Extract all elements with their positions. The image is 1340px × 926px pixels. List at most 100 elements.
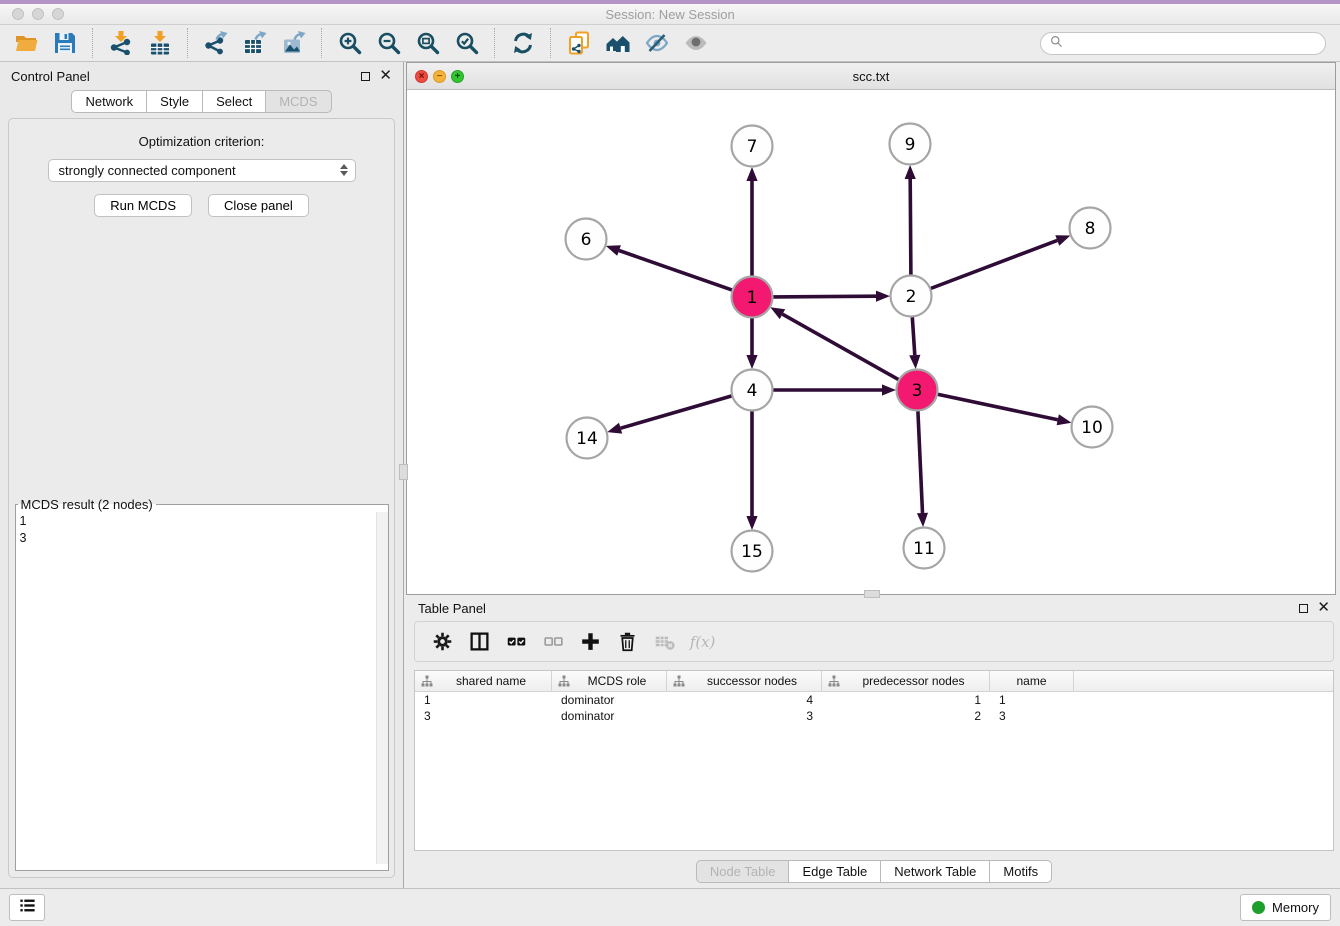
column-header-shared-name[interactable]: shared name	[415, 671, 552, 691]
graph-node-1[interactable]: 1	[732, 277, 773, 318]
table-tab-node-table[interactable]: Node Table	[696, 860, 790, 883]
svg-text:4: 4	[747, 381, 758, 401]
graph-node-10[interactable]: 10	[1072, 407, 1113, 448]
table-row[interactable]: 1dominator411	[415, 692, 1333, 708]
graph-edge-1-7[interactable]	[746, 167, 757, 276]
toolbar-separator	[187, 28, 188, 58]
search-icon	[1050, 35, 1063, 53]
graph-node-3[interactable]: 3	[897, 370, 938, 411]
graph-edge-2-3[interactable]	[909, 317, 920, 369]
svg-text:6: 6	[581, 230, 592, 250]
duplicate-network-button[interactable]	[563, 29, 594, 58]
vertical-splitter-handle[interactable]	[399, 464, 408, 480]
graph-edge-3-10[interactable]	[938, 394, 1072, 425]
mcds-result-list[interactable]: 13	[16, 512, 388, 864]
graph-edge-1-2[interactable]	[773, 291, 890, 302]
select-all-rows-button[interactable]	[501, 626, 532, 657]
horizontal-splitter-handle[interactable]	[864, 590, 880, 598]
zoom-in-button[interactable]	[334, 29, 365, 58]
graph-node-9[interactable]: 9	[890, 124, 931, 165]
criterion-select[interactable]: strongly connected component	[48, 159, 356, 182]
graph-edge-4-14[interactable]	[607, 396, 732, 434]
network-close-button[interactable]: ×	[415, 70, 428, 83]
network-canvas[interactable]: 1 2 3 4 6 7 8 9 10 11 14 15	[407, 90, 1335, 594]
close-window-button[interactable]	[12, 8, 24, 20]
graph-edge-4-3[interactable]	[773, 384, 896, 395]
zoom-selected-button[interactable]	[451, 29, 482, 58]
refresh-layout-button[interactable]	[507, 29, 538, 58]
zoom-fit-button[interactable]	[412, 29, 443, 58]
hide-graphics-details-button[interactable]	[641, 29, 672, 58]
table-row[interactable]: 3dominator323	[415, 708, 1333, 724]
table-tab-motifs[interactable]: Motifs	[990, 860, 1052, 883]
tab-select[interactable]: Select	[203, 90, 266, 113]
memory-status-icon	[1252, 901, 1265, 914]
minimize-window-button[interactable]	[32, 8, 44, 20]
graph-node-11[interactable]: 11	[904, 528, 945, 569]
run-mcds-button[interactable]: Run MCDS	[94, 194, 192, 217]
column-header-mcds-role[interactable]: MCDS role	[552, 671, 667, 691]
graph-node-6[interactable]: 6	[566, 219, 607, 260]
search-field[interactable]	[1040, 32, 1326, 55]
column-header-successor-nodes[interactable]: successor nodes	[667, 671, 822, 691]
float-table-panel-icon[interactable]	[1299, 604, 1308, 613]
graph-edge-4-15[interactable]	[746, 411, 757, 530]
graph-edge-2-8[interactable]	[931, 235, 1071, 288]
optimization-criterion-label: Optimization criterion:	[139, 134, 265, 149]
network-minimize-button[interactable]: −	[433, 70, 446, 83]
graph-edge-3-11[interactable]	[917, 411, 928, 527]
column-header-label: shared name	[437, 674, 545, 688]
zoom-window-button[interactable]	[52, 8, 64, 20]
memory-label: Memory	[1272, 900, 1319, 915]
show-columns-button[interactable]	[464, 626, 495, 657]
graph-node-7[interactable]: 7	[732, 126, 773, 167]
svg-text:8: 8	[1085, 219, 1096, 239]
export-network-button[interactable]	[200, 29, 231, 58]
graph-node-2[interactable]: 2	[891, 276, 932, 317]
svg-text:10: 10	[1081, 418, 1103, 438]
table-tab-network-table[interactable]: Network Table	[881, 860, 990, 883]
graph-edge-2-9[interactable]	[905, 165, 916, 275]
search-input[interactable]	[1068, 36, 1316, 52]
tab-network[interactable]: Network	[71, 90, 147, 113]
mcds-result-item: 1	[20, 513, 384, 530]
search-icon	[1050, 35, 1063, 52]
open-file-button[interactable]	[10, 29, 41, 58]
show-log-button[interactable]	[9, 894, 45, 921]
export-image-button[interactable]	[278, 29, 309, 58]
table-settings-button[interactable]	[427, 626, 458, 657]
show-graphics-details-button[interactable]	[680, 29, 711, 58]
control-panel-tabs: NetworkStyleSelectMCDS	[0, 90, 403, 113]
import-table-button[interactable]	[144, 29, 175, 58]
deselect-all-rows-button[interactable]	[538, 626, 569, 657]
houses-button[interactable]	[602, 29, 633, 58]
import-network-button[interactable]	[105, 29, 136, 58]
add-column-button[interactable]	[575, 626, 606, 657]
close-panel-button[interactable]: Close panel	[208, 194, 309, 217]
network-graph: 1 2 3 4 6 7 8 9 10 11 14 15	[407, 90, 1335, 594]
zoom-out-button[interactable]	[373, 29, 404, 58]
graph-edge-1-6[interactable]	[606, 245, 732, 290]
graph-node-4[interactable]: 4	[732, 370, 773, 411]
column-header-name[interactable]: name	[990, 671, 1074, 691]
graph-node-15[interactable]: 15	[732, 531, 773, 572]
tab-mcds[interactable]: MCDS	[266, 90, 331, 113]
save-session-button[interactable]	[49, 29, 80, 58]
network-zoom-button[interactable]: +	[451, 70, 464, 83]
graph-node-14[interactable]: 14	[567, 418, 608, 459]
graph-edge-1-4[interactable]	[746, 318, 757, 369]
graph-edge-3-1[interactable]	[770, 307, 898, 379]
tab-style[interactable]: Style	[147, 90, 203, 113]
close-table-panel-icon[interactable]: ✕	[1317, 603, 1330, 613]
table-cell: 1	[822, 693, 990, 707]
table-cell: dominator	[552, 709, 667, 723]
memory-button[interactable]: Memory	[1240, 894, 1331, 921]
delete-column-button[interactable]	[612, 626, 643, 657]
svg-text:2: 2	[906, 287, 917, 307]
column-header-predecessor-nodes[interactable]: predecessor nodes	[822, 671, 990, 691]
export-table-button[interactable]	[239, 29, 270, 58]
float-panel-icon[interactable]	[361, 72, 370, 81]
table-tab-edge-table[interactable]: Edge Table	[789, 860, 881, 883]
graph-node-8[interactable]: 8	[1070, 208, 1111, 249]
close-panel-icon[interactable]: ✕	[379, 71, 392, 81]
